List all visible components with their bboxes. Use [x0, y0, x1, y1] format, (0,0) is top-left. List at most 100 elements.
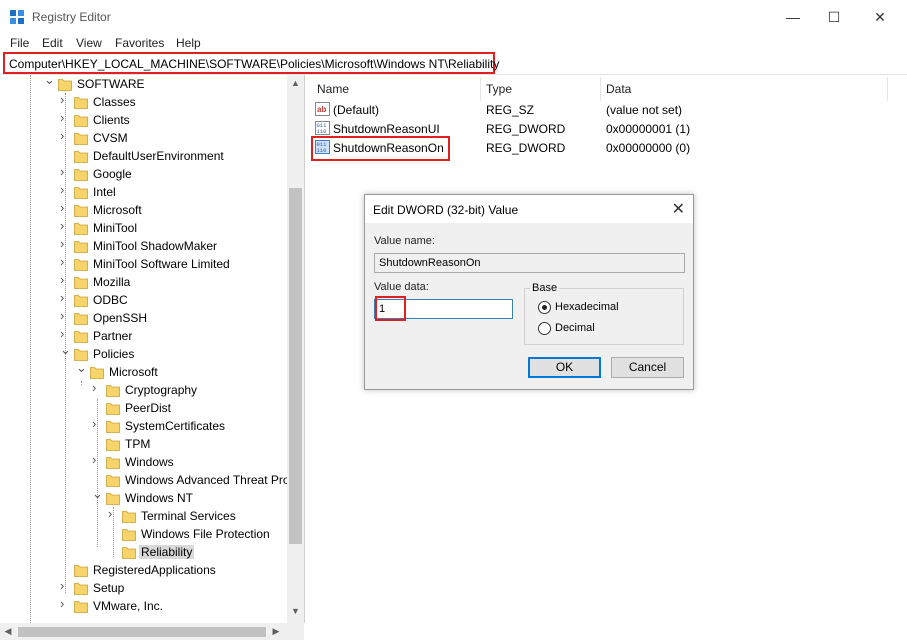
menu-favorites[interactable]: Favorites — [115, 36, 164, 50]
tree-node[interactable]: › VMware, Inc. — [0, 597, 287, 615]
tree-node[interactable]: › Microsoft — [0, 201, 287, 219]
tree-node-label: Windows — [125, 455, 174, 469]
value-row[interactable]: ab (Default) REG_SZ (value not set) — [311, 100, 907, 119]
menu-bar: File Edit View Favorites Help — [0, 34, 907, 52]
hexadecimal-radio[interactable] — [538, 301, 551, 314]
key-tree[interactable]: ⌄ SOFTWARE › Classes › Clients › CVSM DefaultUse… — [0, 75, 305, 623]
tree-node-label: MiniTool Software Limited — [93, 257, 230, 271]
tree-node[interactable]: Windows Advanced Threat Pro — [0, 471, 290, 489]
scroll-left-icon[interactable]: ◀ — [1, 626, 15, 637]
collapsed-chevron-icon[interactable]: › — [60, 183, 70, 196]
dialog-close-icon[interactable]: ✕ — [672, 199, 685, 219]
hexadecimal-label[interactable]: Hexadecimal — [555, 301, 619, 313]
tree-vertical-scroll-thumb[interactable] — [289, 188, 302, 544]
collapsed-chevron-icon[interactable]: › — [60, 309, 70, 322]
tree-node[interactable]: ⌄ Policies — [0, 343, 287, 363]
folder-icon — [74, 205, 88, 217]
tree-node[interactable]: › MiniTool — [0, 219, 287, 237]
minimize-button[interactable]: — — [778, 6, 808, 28]
maximize-button[interactable]: ☐ — [819, 6, 849, 28]
decimal-radio[interactable] — [538, 322, 551, 335]
tree-node[interactable]: › Google — [0, 165, 287, 183]
collapsed-chevron-icon[interactable]: › — [60, 291, 70, 304]
expanded-chevron-icon[interactable]: ⌄ — [92, 487, 103, 500]
folder-icon — [74, 565, 88, 577]
tree-node[interactable]: Windows File Protection — [0, 525, 287, 543]
folder-icon — [90, 367, 104, 379]
collapsed-chevron-icon[interactable]: › — [60, 597, 70, 610]
menu-edit[interactable]: Edit — [42, 36, 63, 50]
collapsed-chevron-icon[interactable]: › — [60, 201, 70, 214]
tree-node[interactable]: PeerDist — [0, 399, 287, 417]
tree-node[interactable]: Reliability — [0, 543, 287, 561]
value-name-label: Value name: — [374, 235, 435, 247]
tree-node[interactable]: › MiniTool ShadowMaker — [0, 237, 287, 255]
tree-node[interactable]: › Mozilla — [0, 273, 287, 291]
collapsed-chevron-icon[interactable]: › — [92, 381, 102, 394]
tree-node[interactable]: › OpenSSH — [0, 309, 287, 327]
scroll-down-icon[interactable]: ▼ — [287, 606, 304, 616]
menu-view[interactable]: View — [76, 36, 102, 50]
tree-node[interactable]: ⌄ Windows NT — [0, 487, 287, 507]
collapsed-chevron-icon[interactable]: › — [60, 273, 70, 286]
collapsed-chevron-icon[interactable]: › — [60, 165, 70, 178]
tree-node[interactable]: › Setup — [0, 579, 287, 597]
svg-text:ab: ab — [317, 105, 326, 114]
value-data: 0x00000001 (1) — [606, 122, 691, 136]
menu-file[interactable]: File — [10, 36, 29, 50]
collapsed-chevron-icon[interactable]: › — [108, 507, 118, 520]
collapsed-chevron-icon[interactable]: › — [60, 219, 70, 232]
tree-node[interactable]: › ODBC — [0, 291, 287, 309]
expanded-chevron-icon[interactable]: ⌄ — [60, 343, 71, 356]
tree-node[interactable]: DefaultUserEnvironment — [0, 147, 287, 165]
address-bar[interactable]: Computer\HKEY_LOCAL_MACHINE\SOFTWARE\Pol… — [3, 52, 499, 74]
collapsed-chevron-icon[interactable]: › — [60, 129, 70, 142]
decimal-label[interactable]: Decimal — [555, 322, 595, 334]
tree-node[interactable]: ⌄ Microsoft — [0, 361, 287, 381]
collapsed-chevron-icon[interactable]: › — [60, 327, 70, 340]
tree-node[interactable]: › Terminal Services — [0, 507, 287, 525]
tree-node[interactable]: › SystemCertificates — [0, 417, 287, 435]
collapsed-chevron-icon[interactable]: › — [60, 579, 70, 592]
collapsed-chevron-icon[interactable]: › — [60, 111, 70, 124]
tree-node[interactable]: RegisteredApplications — [0, 561, 287, 579]
tree-node[interactable]: › MiniTool Software Limited — [0, 255, 287, 273]
column-separator[interactable] — [600, 77, 601, 101]
expanded-chevron-icon[interactable]: ⌄ — [44, 75, 55, 86]
collapsed-chevron-icon[interactable]: › — [60, 237, 70, 250]
tree-node[interactable]: › Cryptography — [0, 381, 287, 399]
tree-node[interactable]: ⌄ SOFTWARE — [0, 75, 287, 93]
collapsed-chevron-icon[interactable]: › — [92, 453, 102, 466]
column-separator[interactable] — [887, 77, 888, 101]
registry-app-icon — [10, 10, 24, 24]
tree-node-label: Microsoft — [93, 203, 142, 217]
tree-node[interactable]: TPM — [0, 435, 287, 453]
tree-horizontal-scroll-thumb[interactable] — [18, 627, 266, 637]
tree-node[interactable]: › CVSM — [0, 129, 287, 147]
cancel-button[interactable]: Cancel — [611, 357, 684, 378]
menu-help[interactable]: Help — [176, 36, 201, 50]
tree-node[interactable]: › Intel — [0, 183, 287, 201]
column-header-data[interactable]: Data — [606, 82, 631, 96]
tree-node[interactable]: › Partner — [0, 327, 287, 345]
collapsed-chevron-icon[interactable]: › — [60, 93, 70, 106]
column-header-name[interactable]: Name — [317, 82, 349, 96]
collapsed-chevron-icon[interactable]: › — [60, 255, 70, 268]
expanded-chevron-icon[interactable]: ⌄ — [76, 361, 87, 374]
close-button[interactable]: ✕ — [865, 6, 895, 28]
tree-node[interactable]: › Clients — [0, 111, 287, 129]
column-separator[interactable] — [480, 77, 481, 101]
value-type: REG_SZ — [486, 103, 535, 117]
scroll-up-icon[interactable]: ▲ — [287, 78, 304, 88]
title-bar: Registry Editor — ☐ ✕ — [0, 0, 907, 34]
tree-node[interactable]: › Windows — [0, 453, 287, 471]
collapsed-chevron-icon[interactable]: › — [92, 417, 102, 430]
folder-icon — [122, 511, 136, 523]
dialog-title: Edit DWORD (32-bit) Value — [373, 203, 519, 217]
tree-node[interactable]: › Classes — [0, 93, 287, 111]
column-header-type[interactable]: Type — [486, 82, 512, 96]
folder-icon — [74, 223, 88, 235]
ok-button[interactable]: OK — [528, 357, 601, 378]
scroll-right-icon[interactable]: ▶ — [269, 626, 283, 637]
svg-text:110: 110 — [317, 128, 327, 135]
